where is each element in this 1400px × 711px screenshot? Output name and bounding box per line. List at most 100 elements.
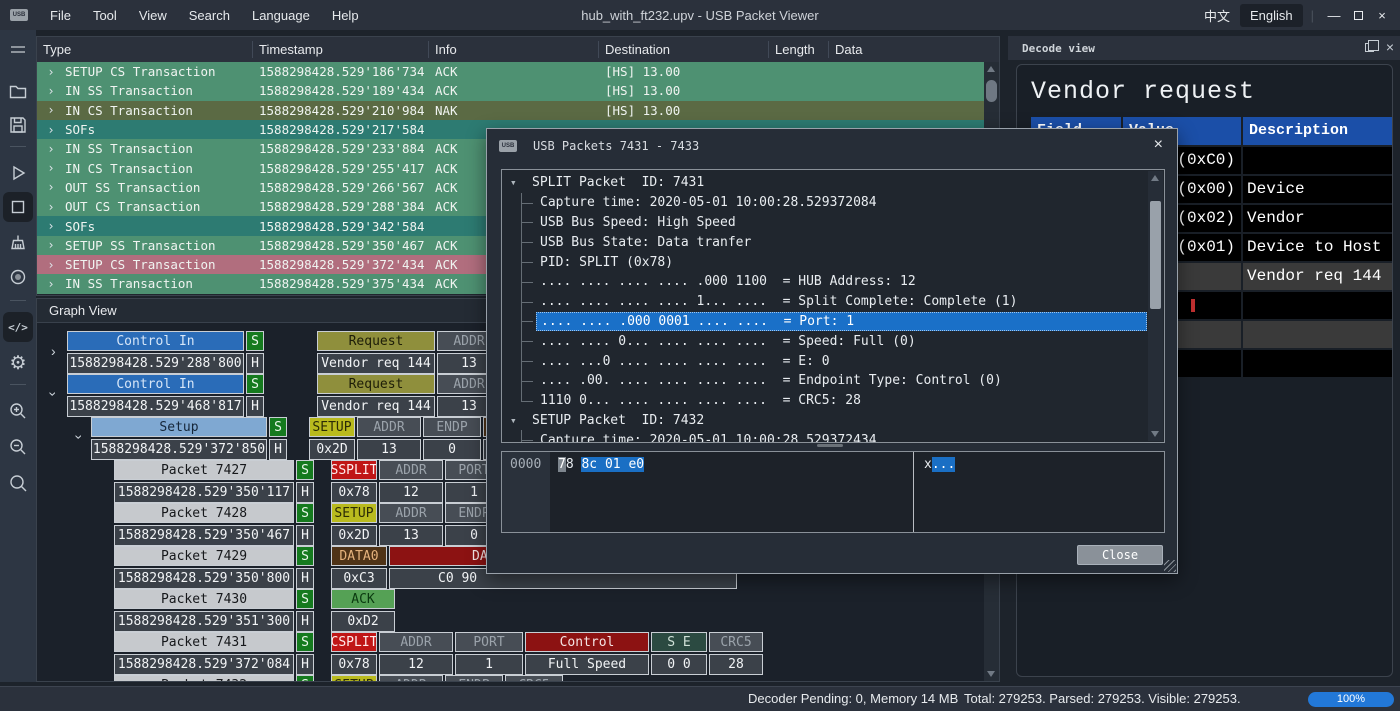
usb-packets-dialog[interactable]: USB USB Packets 7431 - 7433 × ▾ SPLIT Pac… xyxy=(486,128,1178,574)
column-header-timestamp[interactable]: Timestamp xyxy=(253,41,429,58)
menu-item-file[interactable]: File xyxy=(50,8,71,23)
transfer-label[interactable]: Control In xyxy=(67,374,244,394)
hex-view[interactable]: 0000 78 8c 01 e0 x... xyxy=(501,451,1165,533)
chevron-right-icon[interactable]: › xyxy=(37,258,65,272)
transaction-label[interactable]: Setup xyxy=(91,417,267,437)
timestamp-cell: 1588298428.529'350'467 xyxy=(114,525,294,546)
packet-label[interactable]: Packet 7431 xyxy=(114,632,294,652)
search-icon[interactable] xyxy=(3,468,33,498)
scroll-up-icon[interactable] xyxy=(1151,175,1159,181)
scroll-down-icon[interactable] xyxy=(1151,431,1159,437)
menu-item-language[interactable]: Language xyxy=(252,8,310,23)
column-header-destination[interactable]: Destination xyxy=(599,41,769,58)
tree-row[interactable]: .... ...0 .... .... .... .... = E: 0 xyxy=(502,351,1147,371)
packet-label[interactable]: Packet 7429 xyxy=(114,546,294,566)
tree-row[interactable]: Capture time: 2020-05-01 10:00:28.529372… xyxy=(502,430,1147,442)
tree-root-row[interactable]: ▾ SETUP Packet ID: 7432 xyxy=(502,411,1147,431)
tree-row[interactable]: 1110 0... .... .... .... .... = CRC5: 28 xyxy=(502,390,1147,411)
table-row[interactable]: › SETUP CS Transaction 1588298428.529'186'… xyxy=(37,62,984,82)
table-row[interactable]: › IN SS Transaction 1588298428.529'189'434… xyxy=(37,81,984,101)
chevron-right-icon[interactable]: › xyxy=(37,219,65,233)
scroll-up-icon[interactable] xyxy=(987,66,995,72)
chevron-right-icon[interactable]: › xyxy=(37,103,65,117)
chevron-right-icon[interactable]: › xyxy=(37,200,65,214)
chevron-right-icon[interactable]: › xyxy=(37,123,65,137)
graph-row[interactable]: Packet 7432 S H SETUP ADDR ENDP CRC5 xyxy=(37,675,984,681)
column-header-type[interactable]: Type xyxy=(37,41,253,58)
tree-row[interactable]: Capture time: 2020-05-01 10:00:28.529372… xyxy=(502,192,1147,213)
menu-item-view[interactable]: View xyxy=(139,8,167,23)
tree-row-selected[interactable]: .... .... .000 0001 .... .... = Port: 1 xyxy=(502,311,1147,332)
tree-row[interactable]: USB Bus Speed: High Speed xyxy=(502,212,1147,233)
chevron-right-icon[interactable]: › xyxy=(37,161,65,175)
hex-bytes[interactable]: 78 8c 01 e0 xyxy=(550,452,914,532)
packet-label[interactable]: Packet 7432 xyxy=(114,675,294,681)
graph-row[interactable]: Packet 7430 S 1588298428.529'351'300 H A… xyxy=(37,589,984,632)
chevron-right-icon[interactable]: › xyxy=(37,142,65,156)
close-icon[interactable]: × xyxy=(1370,8,1394,23)
scrollbar-thumb[interactable] xyxy=(986,80,997,102)
chevron-right-icon[interactable]: › xyxy=(37,180,65,194)
settings-gear-icon[interactable]: ⚙ xyxy=(3,348,33,378)
chevron-right-icon[interactable]: › xyxy=(37,238,65,252)
expand-right-icon[interactable]: › xyxy=(51,343,56,359)
timestamp-cell: 1588298428.529'350'117 xyxy=(114,482,294,503)
tree-row[interactable]: .... .... .... .... 1... .... = Split Co… xyxy=(502,291,1147,312)
hex-ascii[interactable]: x... xyxy=(914,452,1164,532)
close-button[interactable]: Close xyxy=(1077,545,1163,565)
expand-down-icon[interactable]: › xyxy=(71,435,87,440)
tree-root-row[interactable]: ▾ SPLIT Packet ID: 7431 xyxy=(502,173,1147,193)
zoom-out-icon[interactable] xyxy=(3,432,33,462)
packet-label[interactable]: Packet 7427 xyxy=(114,460,294,480)
menu-icon[interactable] xyxy=(3,34,33,64)
tree-row[interactable]: .... .... 0... .... .... .... = Speed: F… xyxy=(502,331,1147,351)
column-header-info[interactable]: Info xyxy=(429,41,599,58)
tree-row[interactable]: USB Bus State: Data tranfer xyxy=(502,232,1147,252)
chevron-right-icon[interactable]: › xyxy=(37,84,65,98)
status-packet-counts: Total: 279253. Parsed: 279253. Visible: … xyxy=(964,691,1241,706)
record-icon[interactable] xyxy=(3,262,33,292)
addr-value: 13 xyxy=(357,439,421,460)
dialog-titlebar[interactable]: USB USB Packets 7431 - 7433 xyxy=(487,129,1177,163)
scrollbar-thumb[interactable] xyxy=(1150,201,1161,309)
table-row[interactable]: › IN CS Transaction 1588298428.529'210'984… xyxy=(37,100,984,120)
lang-chinese-button[interactable]: 中文 xyxy=(1194,2,1240,29)
collapse-icon[interactable]: ▾ xyxy=(510,414,528,427)
lang-english-button[interactable]: English xyxy=(1239,3,1303,27)
column-header-data[interactable]: Data xyxy=(829,41,999,58)
open-file-icon[interactable] xyxy=(3,76,33,106)
clear-brush-icon[interactable] xyxy=(3,228,33,258)
resize-grip[interactable] xyxy=(1164,560,1176,572)
dialog-close-icon[interactable]: × xyxy=(1154,136,1163,154)
tree-row[interactable]: .... .... .... .... .000 1100 = HUB Addr… xyxy=(502,271,1147,292)
splitter-handle[interactable] xyxy=(817,444,843,447)
collapse-icon[interactable]: ▾ xyxy=(510,176,528,189)
save-icon[interactable] xyxy=(3,110,33,140)
maximize-icon[interactable] xyxy=(1346,8,1370,23)
play-icon[interactable] xyxy=(3,158,33,188)
chevron-right-icon[interactable]: › xyxy=(37,277,65,291)
script-code-icon[interactable]: </> xyxy=(3,312,33,342)
tree-scrollbar[interactable] xyxy=(1148,171,1163,441)
tree-row[interactable]: .... .00. .... .... .... .... = Endpoint… xyxy=(502,370,1147,391)
expand-down-icon[interactable]: › xyxy=(45,392,61,397)
packet-label[interactable]: Packet 7428 xyxy=(114,503,294,523)
chevron-right-icon[interactable]: › xyxy=(37,65,65,79)
decode-close-icon[interactable]: × xyxy=(1386,39,1394,55)
stop-icon[interactable] xyxy=(3,192,33,222)
menu-item-search[interactable]: Search xyxy=(189,8,230,23)
tree-row[interactable]: PID: SPLIT (0x78) xyxy=(502,252,1147,272)
addr-header: ADDR xyxy=(357,417,421,437)
transfer-label[interactable]: Control In xyxy=(67,331,244,351)
zoom-in-icon[interactable] xyxy=(3,396,33,426)
minimize-icon[interactable]: — xyxy=(1322,8,1346,23)
menu-item-help[interactable]: Help xyxy=(332,8,359,23)
addr-header: ADDR xyxy=(379,632,453,652)
menu-item-tool[interactable]: Tool xyxy=(93,8,117,23)
scroll-down-icon[interactable] xyxy=(987,671,995,677)
speed-flag: S xyxy=(296,546,314,566)
packet-label[interactable]: Packet 7430 xyxy=(114,589,294,609)
graph-row[interactable]: Packet 7431 S 1588298428.529'372'084 H C… xyxy=(37,632,984,675)
undock-icon[interactable] xyxy=(1365,40,1379,52)
column-header-length[interactable]: Length xyxy=(769,41,829,58)
